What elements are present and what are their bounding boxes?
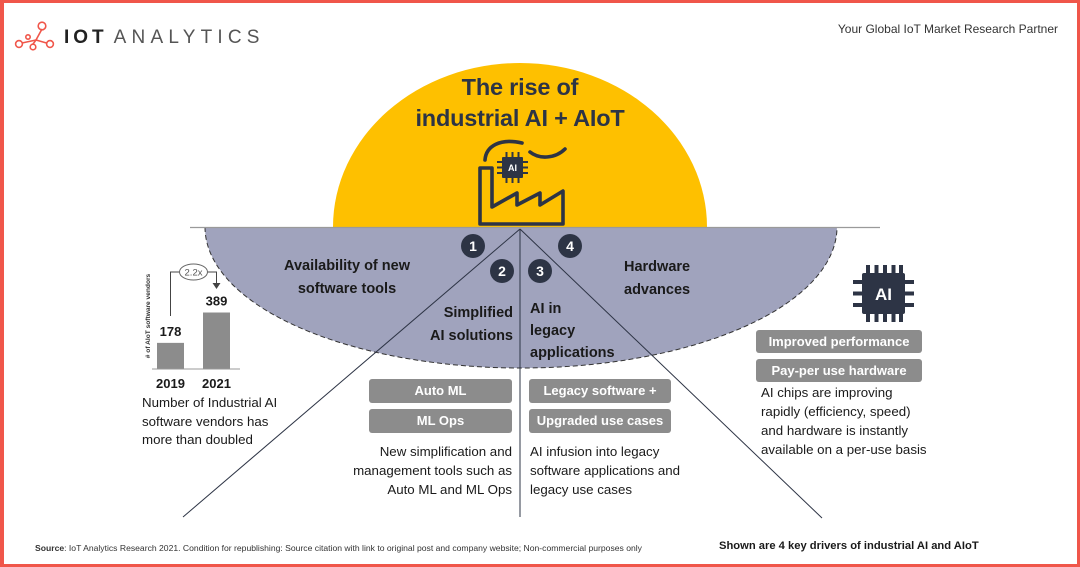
tag-auto-ml: Auto ML <box>369 379 512 403</box>
description-line: New simplification and <box>379 444 512 459</box>
driver-number-2: 2 <box>498 263 506 279</box>
description-line: available on a per-use basis <box>761 442 927 457</box>
description-line: management tools such as <box>353 463 512 478</box>
ai-chip-icon: AI <box>853 265 914 322</box>
driver-4-description: AI chips are improving rapidly (efficien… <box>761 383 927 459</box>
bar-value-label: 178 <box>160 324 182 339</box>
description-line: software applications and <box>530 463 681 478</box>
driver-badge-1: 1 <box>461 234 485 258</box>
driver-badge-2: 2 <box>490 259 514 283</box>
driver-1-label: Availability of new software tools <box>247 255 447 301</box>
driver-badge-3: 3 <box>528 259 552 283</box>
bar-2019 <box>157 342 184 369</box>
driver-1-label-line: software tools <box>297 281 397 297</box>
driver-4-label-line: advances <box>624 282 691 298</box>
driver-3-label-line: applications <box>530 345 615 361</box>
driver-3-label-line: AI in <box>530 301 562 317</box>
tagline: Your Global IoT Market Research Partner <box>837 22 1058 36</box>
caption-line: Number of Industrial AI <box>142 395 278 410</box>
source-label: Source <box>35 543 65 553</box>
bar-value-label: 389 <box>206 294 228 309</box>
factory-chip-label: AI <box>508 163 517 173</box>
category-label: 2019 <box>156 376 185 391</box>
driver-2-label-line: AI solutions <box>430 328 513 344</box>
driver-3-description: AI infusion into legacy software applica… <box>530 442 680 499</box>
logo-light-text: ANALYTICS <box>113 27 265 48</box>
bar-2021 <box>203 312 230 369</box>
driver-3-label: AI in legacy applications <box>530 298 615 364</box>
key-note: Shown are 4 key drivers of industrial AI… <box>719 540 979 552</box>
driver-number-4: 4 <box>566 238 574 254</box>
description-line: legacy use cases <box>530 482 632 497</box>
vendor-count-bar-chart: # of AIoT software vendors 2.2x 178 2019 3… <box>145 263 240 392</box>
tag-improved-performance: Improved performance <box>756 330 922 353</box>
description-line: AI chips are improving <box>761 385 893 400</box>
caption-line: software vendors has <box>142 413 269 429</box>
title-line-1: The rise of <box>461 74 579 100</box>
driver-2-label: Simplified AI solutions <box>383 302 513 348</box>
category-label: 2021 <box>202 376 231 391</box>
driver-4-label-line: Hardware <box>624 259 691 275</box>
driver-number-3: 3 <box>536 263 544 279</box>
chart-y-axis-label: # of AIoT software vendors <box>145 273 152 358</box>
driver-number-1: 1 <box>469 238 477 254</box>
network-nodes-icon <box>14 21 55 51</box>
tag-pay-per-use-hardware: Pay-per use hardware <box>756 359 922 382</box>
source-text: : IoT Analytics Research 2021. Condition… <box>64 543 642 553</box>
description-line: AI infusion into legacy <box>530 444 660 459</box>
driver-badge-4: 4 <box>558 234 582 258</box>
driver-4-label: Hardware advances <box>624 256 690 302</box>
description-line: rapidly (efficiency, speed) <box>761 404 911 419</box>
source-note: Source: IoT Analytics Research 2021. Con… <box>35 542 642 554</box>
tag-ml-ops: ML Ops <box>369 409 512 433</box>
driver-2-label-line: Simplified <box>443 305 513 321</box>
description-line: Auto ML and ML Ops <box>387 482 512 497</box>
tag-legacy-software: Legacy software + <box>529 379 671 403</box>
ai-chip-label: AI <box>875 285 892 304</box>
driver-1-caption: Number of Industrial AI software vendors… <box>142 394 277 450</box>
growth-annotation-label: 2.2x <box>185 268 203 279</box>
infographic: AI 1 2 3 4 AI # of AIoT software vendors… <box>0 0 1080 567</box>
description-line: and hardware is instantly <box>761 423 909 438</box>
logo-bold-text: IOT <box>64 27 108 48</box>
title-line-2: industrial AI + AIoT <box>415 105 625 131</box>
logo-wordmark: IOT ANALYTICS <box>64 26 265 50</box>
caption-line: more than doubled <box>142 432 253 447</box>
page-title: The rise of industrial AI + AIoT <box>320 72 720 134</box>
driver-2-description: New simplification and management tools … <box>312 442 512 499</box>
driver-3-label-line: legacy <box>530 323 576 339</box>
growth-arrowhead <box>212 283 221 289</box>
driver-1-label-line: Availability of new <box>284 258 410 274</box>
chart-marks: 178 2019 389 2021 <box>156 294 231 392</box>
tag-upgraded-use-cases: Upgraded use cases <box>529 409 671 433</box>
